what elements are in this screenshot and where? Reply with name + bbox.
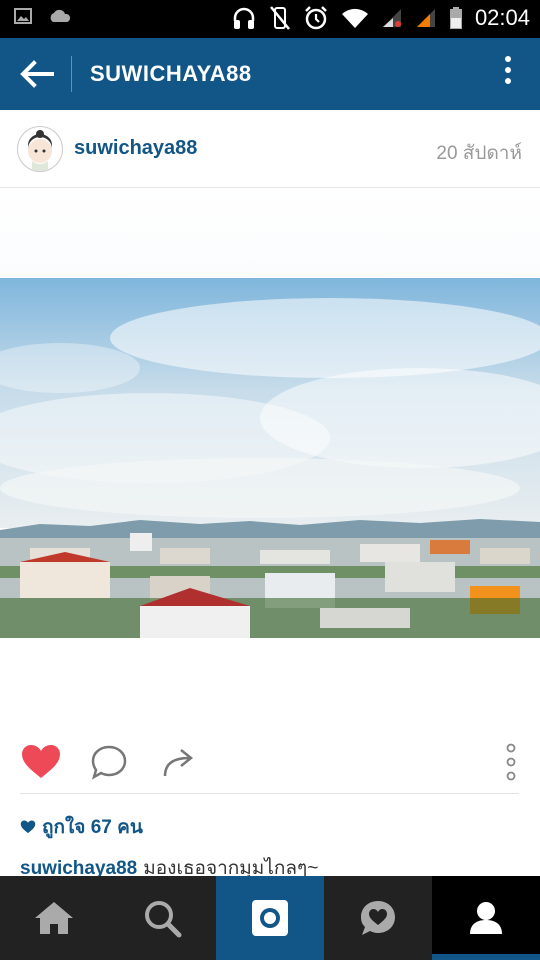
nav-profile[interactable] — [432, 876, 540, 960]
status-bar-left — [14, 8, 72, 24]
headset-icon — [233, 7, 255, 29]
nav-camera[interactable] — [216, 876, 324, 960]
signal-icon — [382, 9, 401, 27]
more-dot — [505, 67, 511, 73]
post-timestamp: 20 สัปดาห์ — [436, 143, 522, 164]
image-notification-icon — [14, 8, 32, 24]
cloud-icon — [50, 9, 71, 22]
post-header: suwichaya88 20 สัปดาห์ — [0, 110, 540, 188]
actions-divider — [20, 793, 519, 794]
more-dot — [505, 56, 511, 62]
nav-search[interactable] — [108, 876, 216, 960]
nav-activity[interactable] — [324, 876, 432, 960]
status-time: 02:04 — [474, 5, 530, 30]
likes-count[interactable]: ถูกใจ 67 คน — [20, 812, 143, 842]
nav-home[interactable] — [0, 876, 108, 960]
back-arrow-icon — [20, 60, 54, 88]
app-bar: SUWICHAYA88 — [0, 38, 540, 110]
wifi-icon — [341, 8, 368, 28]
status-bar: 02:04 — [0, 0, 540, 38]
avatar-illustration — [28, 130, 52, 171]
heart-bubble-icon — [361, 901, 395, 935]
profile-icon — [470, 902, 502, 934]
page-title: SUWICHAYA88 — [90, 61, 252, 86]
avatar[interactable] — [17, 126, 63, 172]
more-dot — [505, 78, 511, 84]
back-button[interactable] — [16, 54, 56, 94]
comment-icon[interactable] — [90, 744, 128, 780]
battery-icon — [449, 7, 462, 29]
post-username[interactable]: suwichaya88 — [74, 137, 197, 160]
alarm-icon — [305, 6, 327, 30]
more-vertical-icon[interactable] — [504, 742, 518, 782]
camera-icon — [252, 900, 288, 936]
search-icon — [145, 901, 182, 938]
small-heart-icon — [20, 820, 36, 834]
signal-icon — [416, 9, 435, 27]
app-bar-divider — [71, 56, 72, 92]
likes-text: ถูกใจ 67 คน — [42, 817, 143, 838]
post-actions — [0, 738, 540, 794]
bottom-nav — [0, 876, 540, 960]
status-bar-right: 02:04 — [231, 5, 530, 31]
vibrate-off-icon — [269, 6, 290, 30]
share-icon[interactable] — [161, 744, 197, 780]
like-heart-icon[interactable] — [20, 744, 62, 780]
more-options-button[interactable] — [498, 56, 518, 92]
home-icon — [35, 902, 73, 934]
post-photo[interactable] — [0, 188, 540, 738]
